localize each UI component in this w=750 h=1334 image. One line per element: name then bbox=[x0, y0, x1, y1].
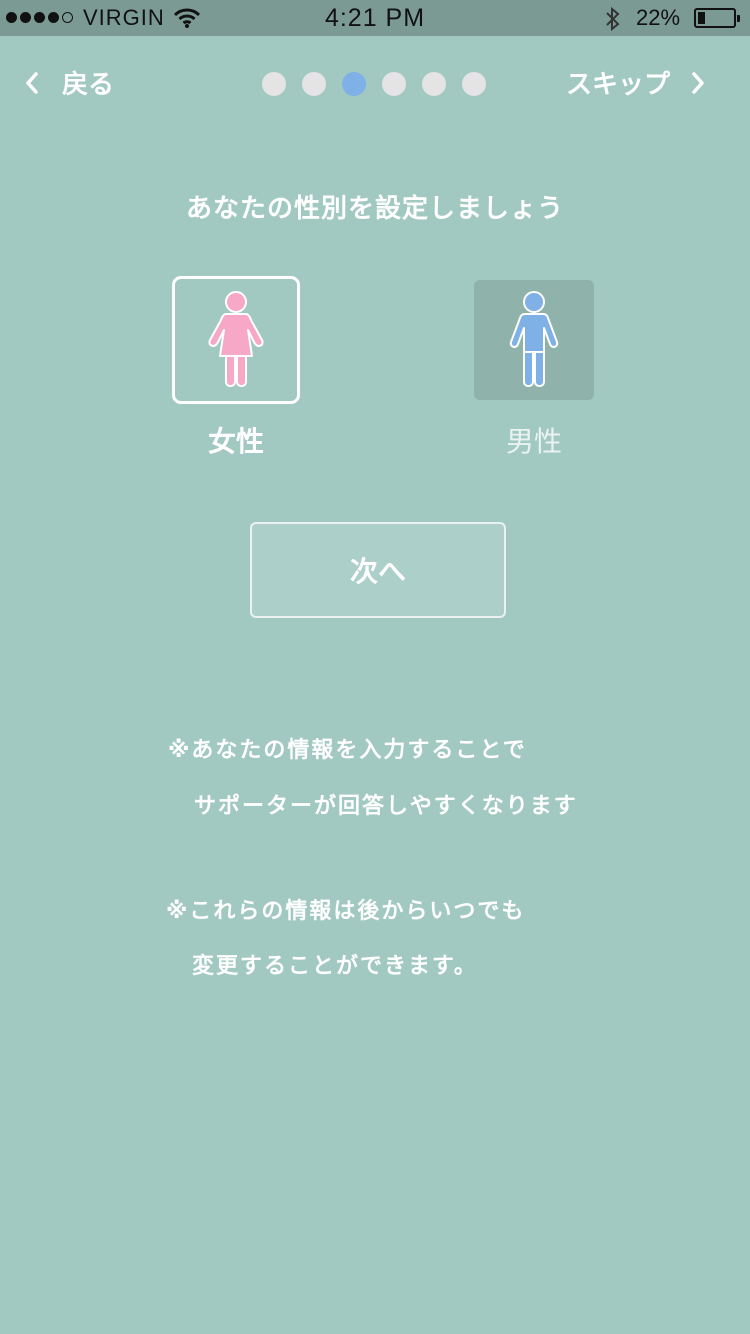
page-dot-2 bbox=[302, 72, 326, 96]
next-button[interactable]: 次へ bbox=[250, 522, 506, 618]
battery-icon bbox=[694, 8, 740, 28]
note-line-3: ※これらの情報は後からいつでも bbox=[166, 899, 526, 924]
female-person-icon bbox=[208, 291, 264, 387]
male-option[interactable]: 男性 bbox=[470, 276, 598, 460]
back-button[interactable]: 戻る bbox=[24, 64, 114, 101]
skip-label: スキップ bbox=[565, 70, 670, 100]
back-label: 戻る bbox=[62, 70, 115, 100]
page-dot-4 bbox=[382, 72, 406, 96]
battery-percentage: 22% bbox=[636, 5, 681, 30]
male-person-icon bbox=[509, 291, 559, 387]
chevron-left-icon bbox=[26, 71, 38, 94]
page-title: あなたの性別を設定しましょう bbox=[185, 194, 564, 224]
female-option[interactable]: 女性 bbox=[172, 276, 300, 460]
note-line-1: ※あなたの情報を入力することで bbox=[168, 738, 527, 763]
page-dot-3 bbox=[342, 72, 366, 96]
battery-fill bbox=[698, 12, 706, 24]
skip-button[interactable]: スキップ bbox=[566, 64, 706, 101]
page-dot-6 bbox=[462, 72, 486, 96]
page-dot-1 bbox=[262, 72, 286, 96]
female-label: 女性 bbox=[207, 425, 264, 458]
status-bar: VIRGIN 4:21 PM 22% bbox=[0, 0, 750, 36]
male-label: 男性 bbox=[505, 425, 562, 458]
note-line-2: サポーターが回答しやすくなります bbox=[194, 794, 578, 819]
bluetooth-icon bbox=[604, 6, 622, 37]
chevron-right-icon bbox=[692, 71, 704, 94]
page-indicator bbox=[262, 72, 486, 96]
note-line-4: 変更することができます。 bbox=[192, 954, 478, 979]
female-option-box[interactable] bbox=[172, 276, 300, 404]
page-dot-5 bbox=[422, 72, 446, 96]
male-option-box[interactable] bbox=[474, 280, 594, 400]
